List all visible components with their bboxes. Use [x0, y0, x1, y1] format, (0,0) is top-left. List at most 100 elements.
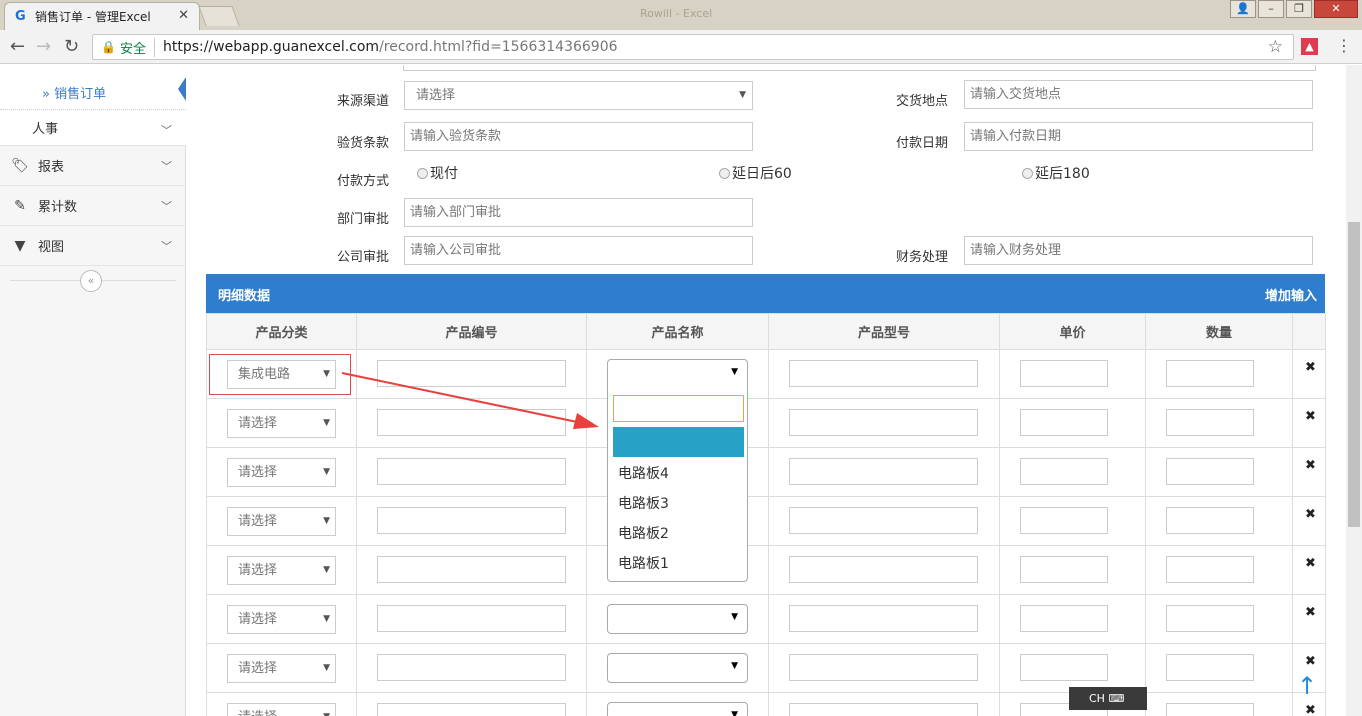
product-name-select[interactable]: ▼ [607, 653, 748, 683]
unit-price-input[interactable] [1020, 409, 1108, 436]
delete-row-icon[interactable]: ✖ [1305, 654, 1316, 669]
finance-label: 财务处理 [896, 250, 949, 265]
sidebar-item-cumulative[interactable]: ✎ 累计数 ﹀ [0, 186, 186, 226]
category-select[interactable]: 请选择▼ [227, 556, 336, 585]
window-close-button[interactable]: ✕ [1314, 0, 1358, 18]
unit-price-input[interactable] [1020, 360, 1108, 387]
unit-price-input[interactable] [1020, 605, 1108, 632]
product-model-input[interactable] [789, 605, 978, 632]
category-select[interactable]: 请选择▼ [227, 605, 336, 634]
product-name-select[interactable]: ▼ [607, 702, 748, 716]
radio-delay-180[interactable]: 延后180 [1022, 163, 1090, 183]
product-model-input[interactable] [789, 507, 978, 534]
product-model-input[interactable] [789, 654, 978, 681]
product-model-input[interactable] [789, 360, 978, 387]
company-approval-input[interactable]: 请输入公司审批 [404, 236, 753, 265]
category-select[interactable]: 请选择▼ [227, 507, 336, 536]
product-model-input[interactable] [789, 458, 978, 485]
delete-row-icon[interactable]: ✖ [1305, 360, 1316, 375]
delete-row-icon[interactable]: ✖ [1305, 458, 1316, 473]
product-model-input[interactable] [789, 556, 978, 583]
delete-row-icon[interactable]: ✖ [1305, 409, 1316, 424]
inspection-terms-input[interactable]: 请输入验货条款 [404, 122, 753, 151]
sidebar-item-sales-order[interactable]: » 销售订单 [0, 65, 186, 110]
quantity-input[interactable] [1166, 654, 1254, 681]
forward-icon[interactable]: → [36, 36, 51, 57]
caret-down-icon: ▼ [323, 663, 330, 673]
dropdown-option[interactable]: 电路板1 [618, 553, 669, 573]
ime-toolbar[interactable]: CH ⌨ [1069, 687, 1147, 710]
chevron-down-icon: ﹀ [161, 240, 172, 253]
quantity-input[interactable] [1166, 409, 1254, 436]
payment-date-input[interactable]: 请输入付款日期 [964, 122, 1313, 151]
product-model-input[interactable] [789, 703, 978, 716]
delete-row-icon[interactable]: ✖ [1305, 605, 1316, 620]
caret-down-icon: ▼ [731, 661, 738, 671]
back-to-top-icon[interactable]: ↑ [1297, 672, 1317, 700]
extension-icon[interactable]: ▲ [1301, 38, 1318, 55]
product-code-input[interactable] [377, 654, 566, 681]
add-row-link[interactable]: 增加输入 [1265, 285, 1317, 304]
delivery-place-input[interactable]: 请输入交货地点 [964, 80, 1313, 109]
quantity-input[interactable] [1166, 360, 1254, 387]
dropdown-option[interactable]: 电路板2 [618, 523, 669, 543]
dropdown-option[interactable]: 电路板3 [618, 493, 669, 513]
product-code-input[interactable] [377, 458, 566, 485]
browser-tab[interactable]: G 销售订单 - 管理Excel ✕ [4, 2, 200, 30]
maximize-button[interactable]: ❐ [1286, 0, 1312, 18]
sidebar-item-hr[interactable]: 人事 ﹀ [0, 110, 186, 146]
delete-row-icon[interactable]: ✖ [1305, 556, 1316, 571]
sidebar-item-views[interactable]: ▼ 视图 ﹀ [0, 226, 186, 266]
sidebar-item-label: 报表 [38, 160, 65, 175]
caret-down-icon: ▼ [323, 565, 330, 575]
product-code-input[interactable] [377, 703, 566, 716]
product-name-select[interactable]: ▼ [607, 604, 748, 634]
minimize-button[interactable]: – [1258, 0, 1284, 18]
product-code-input[interactable] [377, 605, 566, 632]
url-input[interactable]: 🔒 安全 https://webapp.guanexcel.com /recor… [92, 34, 1294, 60]
source-channel-label: 来源渠道 [337, 94, 390, 109]
bookmark-star-icon[interactable]: ☆ [1268, 37, 1283, 57]
reload-icon[interactable]: ↻ [64, 36, 79, 57]
scrollbar-thumb[interactable] [1348, 222, 1360, 527]
category-select[interactable]: 请选择▼ [227, 703, 336, 716]
quantity-input[interactable] [1166, 507, 1254, 534]
category-select[interactable]: 请选择▼ [227, 409, 336, 438]
radio-cash[interactable]: 现付 [417, 163, 458, 183]
sidebar-item-label: 累计数 [38, 200, 78, 215]
product-code-input[interactable] [377, 556, 566, 583]
dropdown-option[interactable]: 电路板4 [618, 463, 669, 483]
finance-input[interactable]: 请输入财务处理 [964, 236, 1313, 265]
quantity-input[interactable] [1166, 556, 1254, 583]
dropdown-highlighted-option[interactable] [613, 427, 744, 457]
unit-price-input[interactable] [1020, 556, 1108, 583]
tab-close-icon[interactable]: ✕ [178, 8, 189, 23]
category-select[interactable]: 请选择▼ [227, 654, 336, 683]
quantity-input[interactable] [1166, 605, 1254, 632]
delete-row-icon[interactable]: ✖ [1305, 507, 1316, 522]
dropdown-search-input[interactable] [613, 395, 744, 422]
browser-menu-icon[interactable]: ⋮ [1336, 36, 1352, 55]
col-header: 产品分类 [206, 313, 357, 350]
new-tab-button[interactable] [198, 6, 240, 26]
back-icon[interactable]: ← [10, 36, 25, 57]
active-indicator [178, 77, 186, 101]
product-model-input[interactable] [789, 409, 978, 436]
sidebar-item-reports[interactable]: 🏷 报表 ﹀ [0, 146, 186, 186]
radio-delay-60[interactable]: 延日后60 [719, 163, 792, 183]
user-icon[interactable]: 👤 [1230, 0, 1256, 18]
quantity-input[interactable] [1166, 458, 1254, 485]
source-channel-select[interactable]: 请选择 ▼ [404, 81, 753, 110]
product-code-input[interactable] [377, 507, 566, 534]
unit-price-input[interactable] [1020, 507, 1108, 534]
unit-price-input[interactable] [1020, 458, 1108, 485]
dept-approval-input[interactable]: 请输入部门审批 [404, 198, 753, 227]
textarea-bottom-edge[interactable] [403, 65, 1316, 71]
quantity-input[interactable] [1166, 703, 1254, 716]
collapse-sidebar-icon[interactable]: « [80, 270, 102, 292]
delete-row-icon[interactable]: ✖ [1305, 703, 1316, 716]
unit-price-input[interactable] [1020, 654, 1108, 681]
category-select[interactable]: 请选择▼ [227, 458, 336, 487]
col-header: 单价 [999, 313, 1146, 350]
delivery-place-label: 交货地点 [896, 94, 949, 109]
